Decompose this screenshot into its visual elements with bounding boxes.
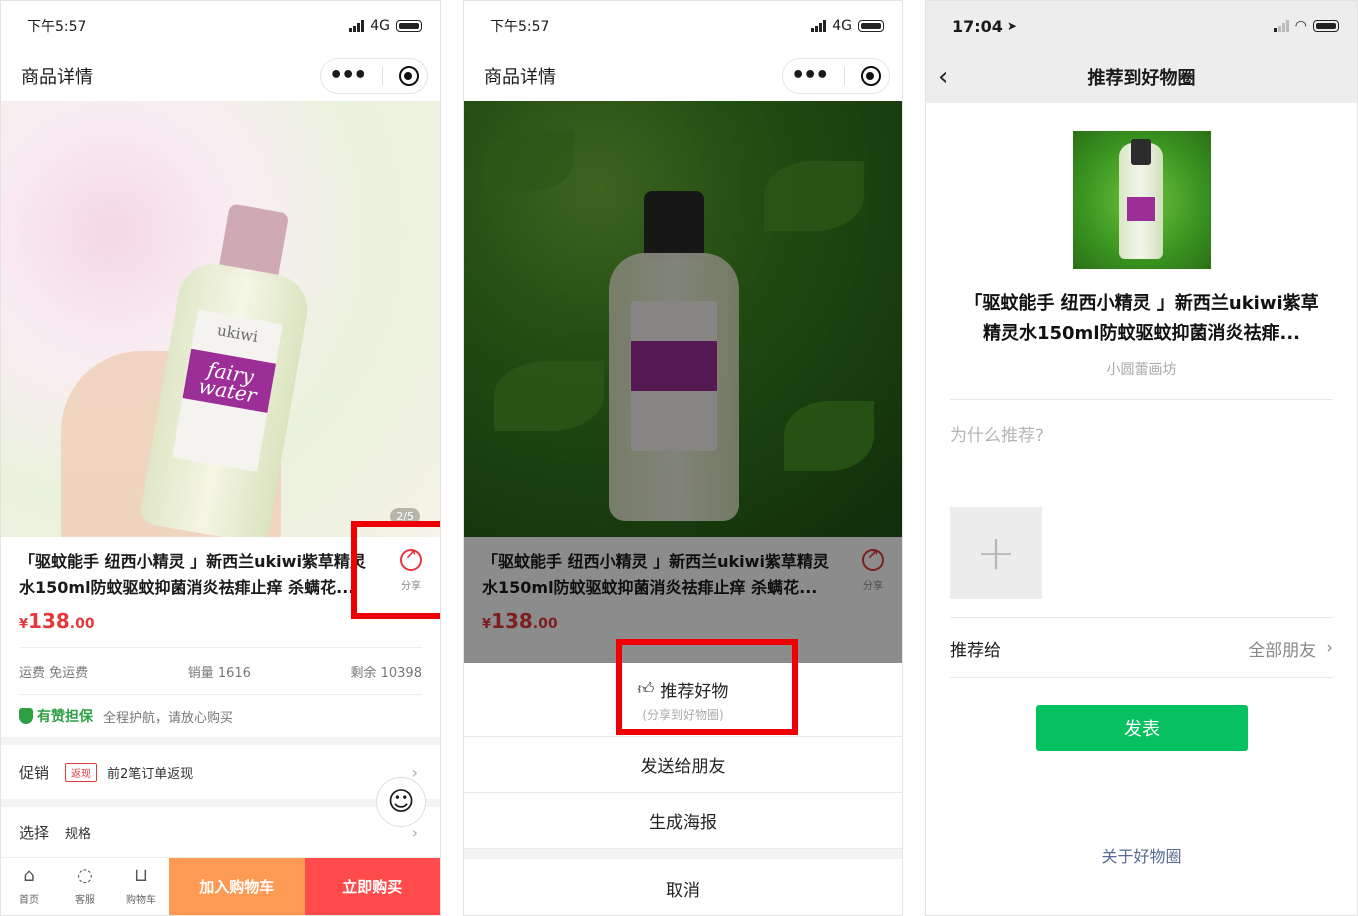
guarantee-title: 有赞担保 [37,709,93,725]
about-link[interactable]: 关于好物圈 [926,843,1357,867]
buy-now-button[interactable]: 立即购买 [304,858,440,915]
product-image-carousel[interactable]: ukiwi fairy water 2/5 [1,101,440,537]
page-title: 商品详情 [484,67,556,88]
nav-bar: ‹ 推荐到好物圈 [926,51,1357,103]
signal-icon [1273,20,1289,32]
more-icon[interactable]: ••• [329,65,367,87]
publish-button[interactable]: 发表 [1036,705,1248,751]
add-to-cart-button[interactable]: 加入购物车 [169,858,305,915]
product-title: 「驱蚊能手 纽西小精灵 」新西兰ukiwi紫草精灵水150ml防蚊驱蚊抑菌消炎祛… [19,552,366,597]
recommend-to-circle-screen: 17:04 ➤ ◠ ‹ 推荐到好物圈 「驱蚊能手 纽西小精灵 」新西兰ukiwi… [925,0,1358,916]
status-bar: 下午5:57 4G [464,1,902,51]
product-detail-screen: 下午5:57 4G 商品详情 ••• ukiwi fairy water 2/5… [0,0,441,916]
select-spec-row[interactable]: 选择 规格 › [19,807,422,857]
status-bar: 17:04 ➤ ◠ [926,1,1357,51]
send-to-friend-option[interactable]: 发送给朋友 [464,737,902,793]
guarantee-row[interactable]: 有赞担保 全程护航，请放心购买 [19,695,422,737]
product-stats: 运费 免运费 销量 1616 剩余 10398 [19,647,422,695]
status-time: 下午5:57 [490,19,550,35]
highlight-box-recommend [616,639,798,735]
product-thumbnail [1073,131,1211,269]
home-icon: ⌂ [23,865,35,886]
nav-bar: 商品详情 ••• [464,51,902,101]
cart-icon: ⊔ [133,865,149,886]
signal-icon [811,20,827,32]
tab-cart[interactable]: ⊔ 购物车 [113,858,169,915]
select-label: 选择 [19,823,50,842]
customer-service-mascot-icon[interactable]: ☺ [376,777,426,827]
promo-badge: 返现 [65,762,98,782]
shop-name: 小圆蕾画坊 [1106,362,1177,378]
miniprogram-capsule: ••• [782,58,890,94]
share-sheet-screen: 下午5:57 4G 商品详情 ••• 「驱蚊能手 纽西小精灵 」新西兰ukiwi… [463,0,903,916]
chat-icon: ◌ [77,865,93,886]
recommend-to-label: 推荐给 [950,640,1001,661]
miniprogram-capsule: ••• [320,58,428,94]
status-bar: 下午5:57 4G [1,1,440,51]
promo-row[interactable]: 促销 返现 前2笔订单返现 › [19,747,422,797]
wifi-icon: ◠ [1294,18,1307,34]
status-time: 下午5:57 [27,19,87,35]
tab-customer-service[interactable]: ◌ 客服 [57,858,113,915]
back-arrow-icon[interactable]: ‹ [938,62,948,92]
close-miniprogram-icon[interactable] [398,66,419,86]
close-miniprogram-icon[interactable] [860,66,881,86]
guarantee-desc: 全程护航，请放心购买 [103,710,234,726]
shield-icon [19,708,33,724]
chevron-right-icon: › [411,762,418,782]
sales-count: 销量 1616 [187,665,251,681]
shipping-fee: 运费 免运费 [19,665,89,681]
signal-icon [349,20,365,32]
stock-remaining: 剩余 10398 [350,665,422,681]
cancel-button[interactable]: 取消 [464,859,902,915]
plus-icon: + [975,525,1017,581]
highlight-box-share [351,521,440,619]
tab-home[interactable]: ⌂ 首页 [1,858,57,915]
dim-overlay[interactable] [464,101,902,663]
chevron-right-icon: › [411,822,418,842]
product-title: 「驱蚊能手 纽西小精灵 」新西兰ukiwi紫草精灵水150ml防蚊驱蚊抑菌消炎祛… [964,293,1319,344]
network-type: 4G [832,18,852,34]
page-title: 推荐到好物圈 [1087,68,1196,89]
battery-icon [1313,20,1339,32]
recommend-to-row[interactable]: 推荐给 全部朋友 › [950,619,1333,677]
battery-icon [858,20,884,32]
page-title: 商品详情 [21,67,93,88]
recommend-to-value: 全部朋友 [1248,640,1317,661]
bottom-action-bar: ⌂ 首页 ◌ 客服 ⊔ 购物车 加入购物车 立即购买 [1,857,440,915]
select-value: 规格 [65,826,92,842]
promo-label: 促销 [19,763,50,782]
nav-bar: 商品详情 ••• [1,51,440,101]
generate-poster-option[interactable]: 生成海报 [464,793,902,849]
battery-icon [396,20,422,32]
location-arrow-icon: ➤ [1006,19,1017,33]
recommend-reason-input[interactable]: 为什么推荐? [950,421,1044,446]
add-image-button[interactable]: + [950,507,1042,599]
chevron-right-icon: › [1326,638,1333,658]
more-icon[interactable]: ••• [791,65,829,87]
network-type: 4G [370,18,390,34]
promo-text: 前2笔订单返现 [107,766,194,782]
status-time: 17:04 [952,16,1003,36]
